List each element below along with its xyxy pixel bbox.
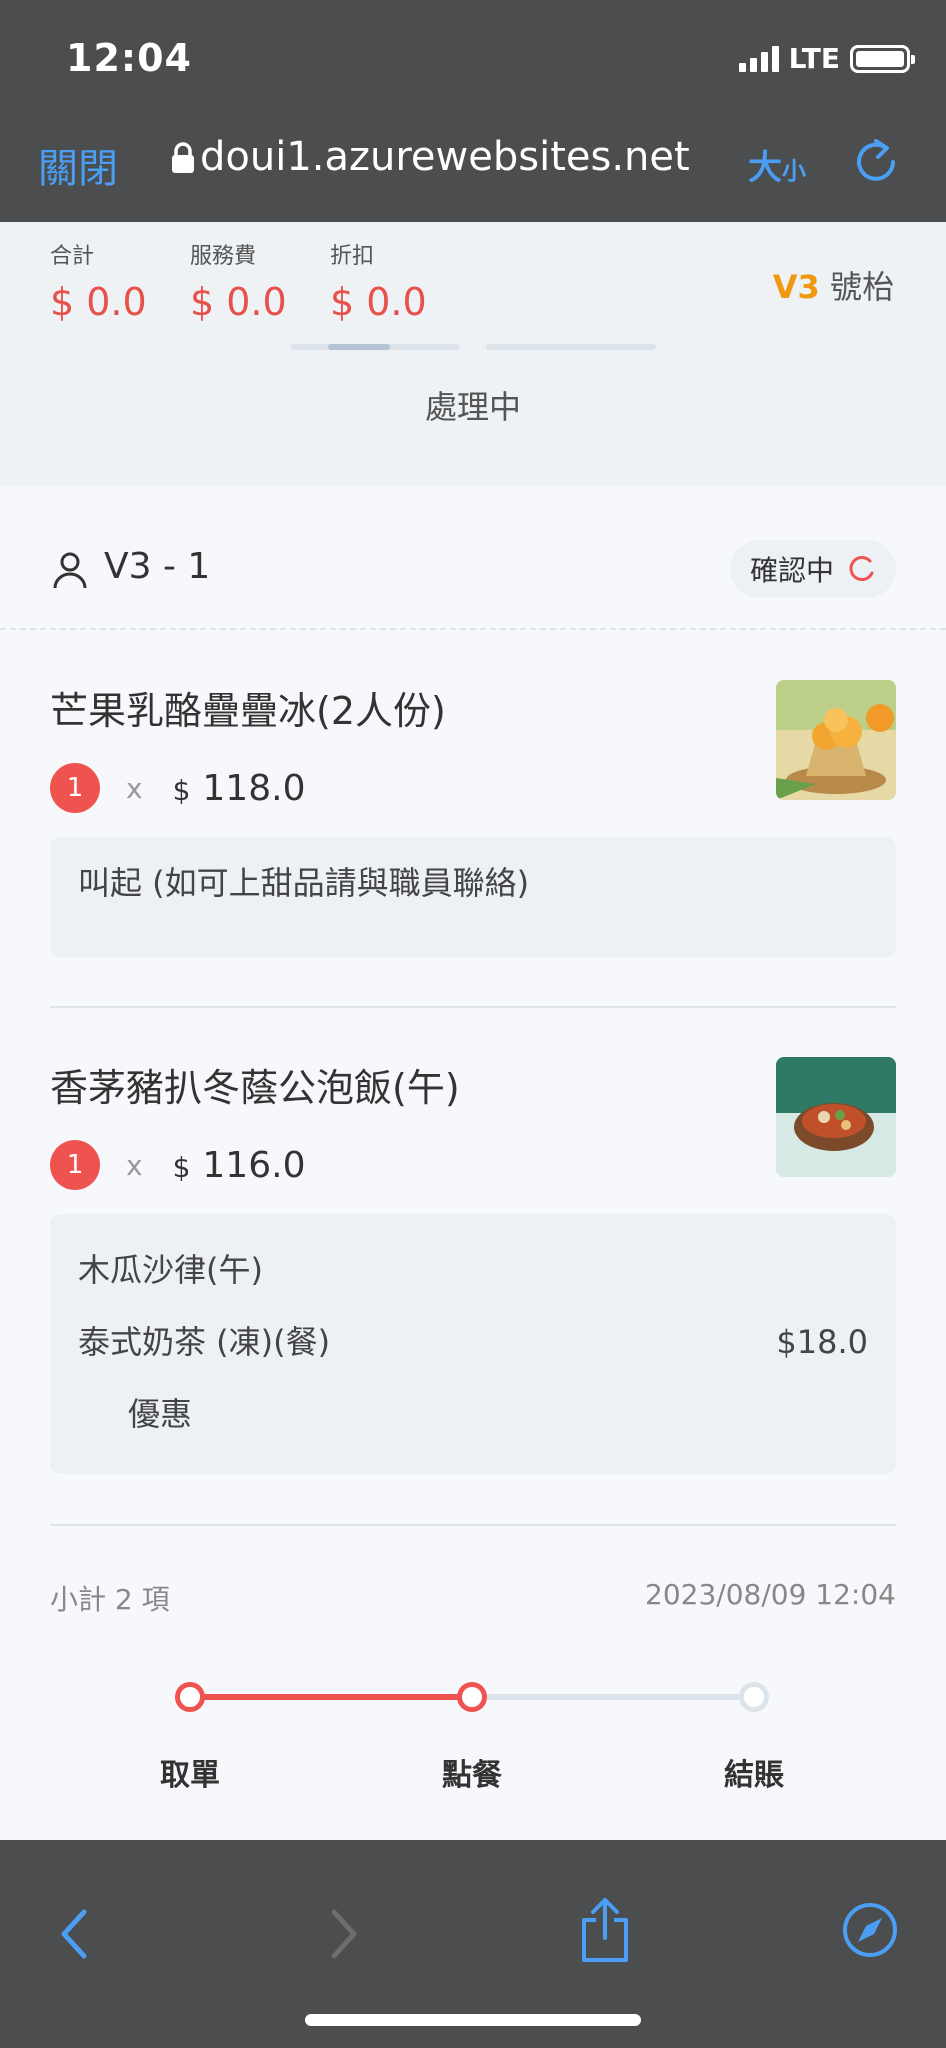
progress-line-pending — [472, 1694, 754, 1700]
progress-step-label: 取單 — [160, 1758, 220, 1793]
currency-sign: $ — [172, 1150, 191, 1184]
order-summary: 合計 $ 0.0 服務費 $ 0.0 折扣 $ 0.0 V3 號枱 處理中 — [0, 222, 946, 487]
order-item[interactable]: 芒果乳酪疊疊冰(2人份) 1 x $118.0 叫起 (如可上甜品請與職員聯絡) — [50, 680, 896, 957]
item-notes: 叫起 (如可上甜品請與職員聯絡) — [50, 837, 896, 957]
status-indicators: LTE — [738, 42, 915, 75]
subtotal-label: 小計 2 項 — [50, 1583, 170, 1616]
note-row: 優惠 — [78, 1378, 868, 1450]
note-row: 木瓜沙律(午) — [78, 1234, 868, 1306]
order-name: V3 - 1 — [104, 546, 211, 587]
compass-icon[interactable] — [840, 1900, 900, 1960]
note-text: 優惠 — [128, 1395, 193, 1433]
note-text: 叫起 (如可上甜品請與職員聯絡) — [78, 864, 530, 902]
currency-sign: $ — [172, 773, 191, 807]
service-fee-label: 服務費 — [190, 244, 257, 269]
note-price: $18.0 — [776, 1323, 868, 1361]
subtotal-row: 小計 2 項 2023/08/09 12:04 — [50, 1578, 896, 1618]
times-sign: x — [126, 1148, 143, 1182]
progress-line-done — [190, 1694, 472, 1700]
quantity-badge: 1 — [50, 763, 100, 813]
user-icon — [53, 552, 87, 589]
back-icon[interactable] — [56, 1906, 92, 1962]
text-size-small: 小 — [782, 157, 806, 185]
spinner-icon — [849, 556, 874, 581]
network-type: LTE — [788, 42, 840, 75]
order-item[interactable]: 香茅豬扒冬蔭公泡飯(午) 1 x $116.0 木瓜沙律(午) 泰式奶茶 (凍)… — [50, 1057, 896, 1474]
discount-block: 折扣 $ 0.0 — [330, 238, 427, 324]
total-block: 合計 $ 0.0 — [50, 238, 147, 324]
discount-label: 折扣 — [330, 244, 375, 269]
battery-icon — [850, 44, 915, 73]
order-card: V3 - 1 確認中 芒果乳酪疊疊冰(2人份) 1 x $ 118.0 叫起 (… — [0, 510, 946, 1835]
item-price: $116.0 — [173, 1145, 306, 1186]
tab-indicator-2[interactable] — [486, 344, 656, 350]
price-value: 118.0 — [202, 767, 306, 809]
signal-icon — [738, 45, 779, 72]
discount-value: $ 0.0 — [330, 280, 427, 324]
processing-tab-label[interactable]: 處理中 — [0, 382, 946, 428]
note-text: 木瓜沙律(午) — [78, 1251, 263, 1289]
price-value: 116.0 — [202, 1144, 306, 1186]
progress-step-label: 點餐 — [442, 1758, 502, 1793]
note-row: 泰式奶茶 (凍)(餐) $18.0 — [78, 1306, 868, 1378]
item-image-mango — [776, 680, 896, 800]
note-text: 泰式奶茶 (凍)(餐) — [78, 1323, 331, 1361]
service-fee-block: 服務費 $ 0.0 — [190, 238, 287, 324]
total-label: 合計 — [50, 244, 95, 269]
reload-icon[interactable] — [854, 136, 898, 184]
item-title: 香茅豬扒冬蔭公泡飯(午) — [50, 1066, 460, 1110]
service-fee-value: $ 0.0 — [190, 280, 287, 324]
progress-step-dot — [175, 1682, 205, 1712]
quantity-badge: 1 — [50, 1140, 100, 1190]
table-suffix: 號枱 — [829, 268, 894, 306]
forward-icon[interactable] — [326, 1906, 362, 1962]
url-field[interactable]: doui1.azurewebsites.net — [200, 134, 690, 180]
share-icon[interactable] — [578, 1896, 632, 1964]
item-price: $118.0 — [173, 768, 306, 809]
text-size-button[interactable]: 大小 — [748, 140, 806, 189]
order-header: V3 - 1 確認中 — [0, 510, 946, 630]
lock-icon — [172, 142, 194, 173]
status-badge: 確認中 — [729, 540, 896, 598]
progress-step-dot — [457, 1682, 487, 1712]
text-size-large: 大 — [748, 148, 782, 188]
tab-indicator-active — [328, 344, 390, 350]
item-image-rice — [776, 1057, 896, 1177]
total-value: $ 0.0 — [50, 280, 147, 324]
note-row: 叫起 (如可上甜品請與職員聯絡) — [78, 861, 868, 905]
times-sign: x — [126, 771, 143, 805]
home-indicator[interactable] — [305, 2014, 641, 2026]
status-label: 確認中 — [749, 554, 834, 587]
browser-top-bar: 12:04 LTE 關閉 doui1.azurewebsites.net 大小 — [0, 0, 946, 222]
divider — [50, 1524, 896, 1526]
progress-step-label: 結賬 — [724, 1758, 784, 1793]
order-progress: 取單 點餐 結賬 — [0, 1650, 946, 1800]
close-button[interactable]: 關閉 — [38, 136, 118, 194]
table-number: V3 號枱 — [773, 262, 894, 308]
qty-row: 1 x $118.0 — [50, 763, 896, 813]
item-notes: 木瓜沙律(午) 泰式奶茶 (凍)(餐) $18.0 優惠 — [50, 1214, 896, 1474]
status-time: 12:04 — [66, 36, 192, 80]
table-code: V3 — [772, 268, 820, 306]
order-timestamp: 2023/08/09 12:04 — [645, 1578, 896, 1611]
progress-step-dot — [739, 1682, 769, 1712]
item-title: 芒果乳酪疊疊冰(2人份) — [50, 689, 446, 733]
qty-row: 1 x $116.0 — [50, 1140, 896, 1190]
divider — [50, 1006, 896, 1008]
